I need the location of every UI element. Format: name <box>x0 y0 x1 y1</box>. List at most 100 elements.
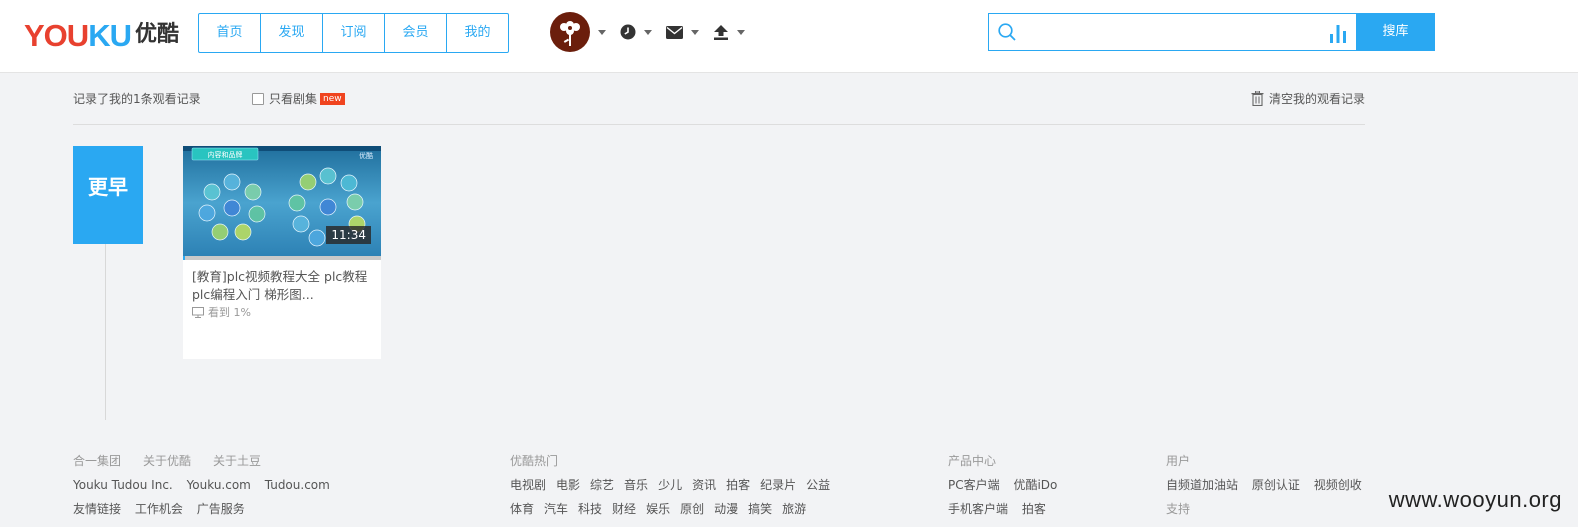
footer-link[interactable]: Youku Tudou Inc. <box>73 478 173 492</box>
footer-category-link[interactable]: 电视剧 <box>510 478 546 492</box>
footer-category-link[interactable]: 纪录片 <box>760 478 796 492</box>
timeline-line <box>105 244 106 420</box>
footer-link[interactable]: 关于优酷 <box>143 454 191 468</box>
clear-history-label: 清空我的观看记录 <box>1268 92 1365 106</box>
video-title-link[interactable]: [教育]plc视频教程大全 plc教程 plc编程入门 梯形图... <box>192 268 374 304</box>
main-nav: 首页 发现 订阅 会员 我的 <box>198 13 509 53</box>
top-header: YOUKU 优酷 首页 发现 订阅 会员 我的 搜库 <box>0 0 1578 73</box>
new-badge: new <box>320 92 345 105</box>
footer-link[interactable]: 优酷iDo <box>1013 478 1057 492</box>
logo-ku-part: KU <box>88 17 132 53</box>
footer-link[interactable]: 工作机会 <box>135 502 183 516</box>
thumb-text-left: 内容和品牌 <box>208 150 243 159</box>
footer-category-link[interactable]: 娱乐 <box>646 502 670 516</box>
clock-icon <box>620 24 636 40</box>
only-series-checkbox[interactable] <box>252 92 264 105</box>
chevron-down-icon <box>644 29 652 35</box>
nav-membership[interactable]: 会员 <box>384 14 446 52</box>
footer-company: 合一集团 关于优酷 关于土豆 Youku Tudou Inc. Youku.com … <box>73 453 340 525</box>
chevron-down-icon <box>691 29 699 35</box>
only-series-filter[interactable]: 只看剧集 new <box>252 90 345 107</box>
history-summary: 记录了我的1条观看记录 <box>73 92 201 106</box>
search-box: 搜库 <box>988 13 1435 51</box>
nav-discover[interactable]: 发现 <box>260 14 322 52</box>
messages-menu[interactable] <box>666 25 713 39</box>
bars-chart-icon[interactable] <box>1329 23 1347 43</box>
footer-category-link[interactable]: 财经 <box>612 502 636 516</box>
footer-category-link[interactable]: 体育 <box>510 502 534 516</box>
footer-category-link[interactable]: 汽车 <box>544 502 568 516</box>
only-series-label: 只看剧集 <box>269 92 318 106</box>
footer-heading: 优酷热门 <box>510 454 559 468</box>
footer-link[interactable]: 视频创收 <box>1314 478 1362 492</box>
chevron-down-icon <box>598 29 606 35</box>
logo-you-part: YOU <box>24 17 89 53</box>
timeline-earlier-label: 更早 <box>73 146 143 244</box>
nav-home[interactable]: 首页 <box>199 14 260 52</box>
footer-heading: 产品中心 <box>948 454 997 468</box>
video-duration: 11:34 <box>326 226 371 244</box>
footer-link[interactable]: 支持 <box>1166 502 1190 516</box>
footer-category-link[interactable]: 动漫 <box>714 502 738 516</box>
footer-category-link[interactable]: 电影 <box>556 478 580 492</box>
footer-heading: 用户 <box>1166 454 1191 468</box>
search-button[interactable]: 搜库 <box>1356 13 1435 51</box>
logo-wordmark: YOUKU <box>24 17 132 53</box>
footer-link[interactable]: 友情链接 <box>73 502 121 516</box>
footer-category-link[interactable]: 拍客 <box>726 478 750 492</box>
footer-link[interactable]: 关于土豆 <box>213 454 261 468</box>
chevron-down-icon <box>737 29 745 35</box>
footer-category-link[interactable]: 公益 <box>806 478 830 492</box>
footer-category-link[interactable]: 少儿 <box>658 478 682 492</box>
footer-link[interactable]: 自频道加油站 <box>1166 478 1238 492</box>
watch-progress-bar <box>183 256 381 260</box>
upload-icon <box>714 24 728 40</box>
logo-chinese-name: 优酷 <box>134 22 179 47</box>
watch-progress: 看到 1% <box>192 304 251 320</box>
footer-link[interactable]: 原创认证 <box>1252 478 1300 492</box>
footer-hot: 优酷热门 电视剧 电影 综艺 音乐 少儿 资讯 拍客 纪录片 公益 体育 汽车 科技 财经 娱乐 原创 动漫… <box>510 453 840 525</box>
watermark: www.wooyun.org <box>1388 487 1562 512</box>
trash-icon <box>1251 91 1264 106</box>
mail-icon <box>666 25 683 39</box>
user-tools <box>550 12 759 52</box>
thumb-text-right: 优酷 <box>359 151 373 160</box>
footer-link[interactable]: 广告服务 <box>197 502 245 516</box>
footer-link[interactable]: 手机客户端 <box>948 502 1008 516</box>
footer-link[interactable]: Youku.com <box>187 478 251 492</box>
footer-users: 用户 自频道加油站 原创认证 视频创收 支持 <box>1166 453 1372 525</box>
footer-category-link[interactable]: 原创 <box>680 502 704 516</box>
avatar-flower-image <box>560 21 580 46</box>
video-title-line: plc编程入门 梯形图... <box>192 287 314 302</box>
search-icon <box>998 23 1016 41</box>
video-title-line: [教育]plc视频教程大全 plc教程 <box>192 269 368 284</box>
footer-category-link[interactable]: 综艺 <box>590 478 614 492</box>
watch-progress-text: 看到 1% <box>208 306 251 319</box>
footer-link[interactable]: 合一集团 <box>73 454 121 468</box>
nav-subscriptions[interactable]: 订阅 <box>322 14 384 52</box>
footer-category-link[interactable]: 搞笑 <box>748 502 772 516</box>
footer-category-link[interactable]: 旅游 <box>782 502 806 516</box>
youku-logo[interactable]: YOUKU 优酷 <box>24 18 179 52</box>
history-menu[interactable] <box>620 24 666 40</box>
footer-row: 电视剧 电影 综艺 音乐 少儿 资讯 拍客 纪录片 公益 <box>510 477 840 501</box>
upload-menu[interactable] <box>713 24 759 40</box>
footer-category-link[interactable]: 音乐 <box>624 478 648 492</box>
tv-icon <box>192 306 204 318</box>
footer-row: 体育 汽车 科技 财经 娱乐 原创 动漫 搞笑 旅游 <box>510 501 840 525</box>
user-menu[interactable] <box>550 12 620 52</box>
watch-progress-fill <box>183 256 185 260</box>
divider <box>73 124 1365 125</box>
footer-category-link[interactable]: 资讯 <box>692 478 716 492</box>
avatar[interactable] <box>550 12 590 52</box>
footer-link[interactable]: Tudou.com <box>265 478 330 492</box>
footer-link[interactable]: 拍客 <box>1022 502 1046 516</box>
clear-history-link[interactable]: 清空我的观看记录 <box>1251 90 1365 107</box>
video-card[interactable]: 内容和品牌 优酷 11:34 [教育]plc视频教程大全 plc教程 plc编程… <box>183 146 381 359</box>
video-thumbnail[interactable]: 内容和品牌 优酷 11:34 <box>183 146 381 260</box>
footer-products: 产品中心 PC客户端 优酷iDo 手机客户端 拍客 <box>948 453 1067 525</box>
search-input[interactable] <box>1025 20 1329 46</box>
footer-link[interactable]: PC客户端 <box>948 478 1000 492</box>
nav-mine[interactable]: 我的 <box>446 14 508 52</box>
footer-category-link[interactable]: 科技 <box>578 502 602 516</box>
